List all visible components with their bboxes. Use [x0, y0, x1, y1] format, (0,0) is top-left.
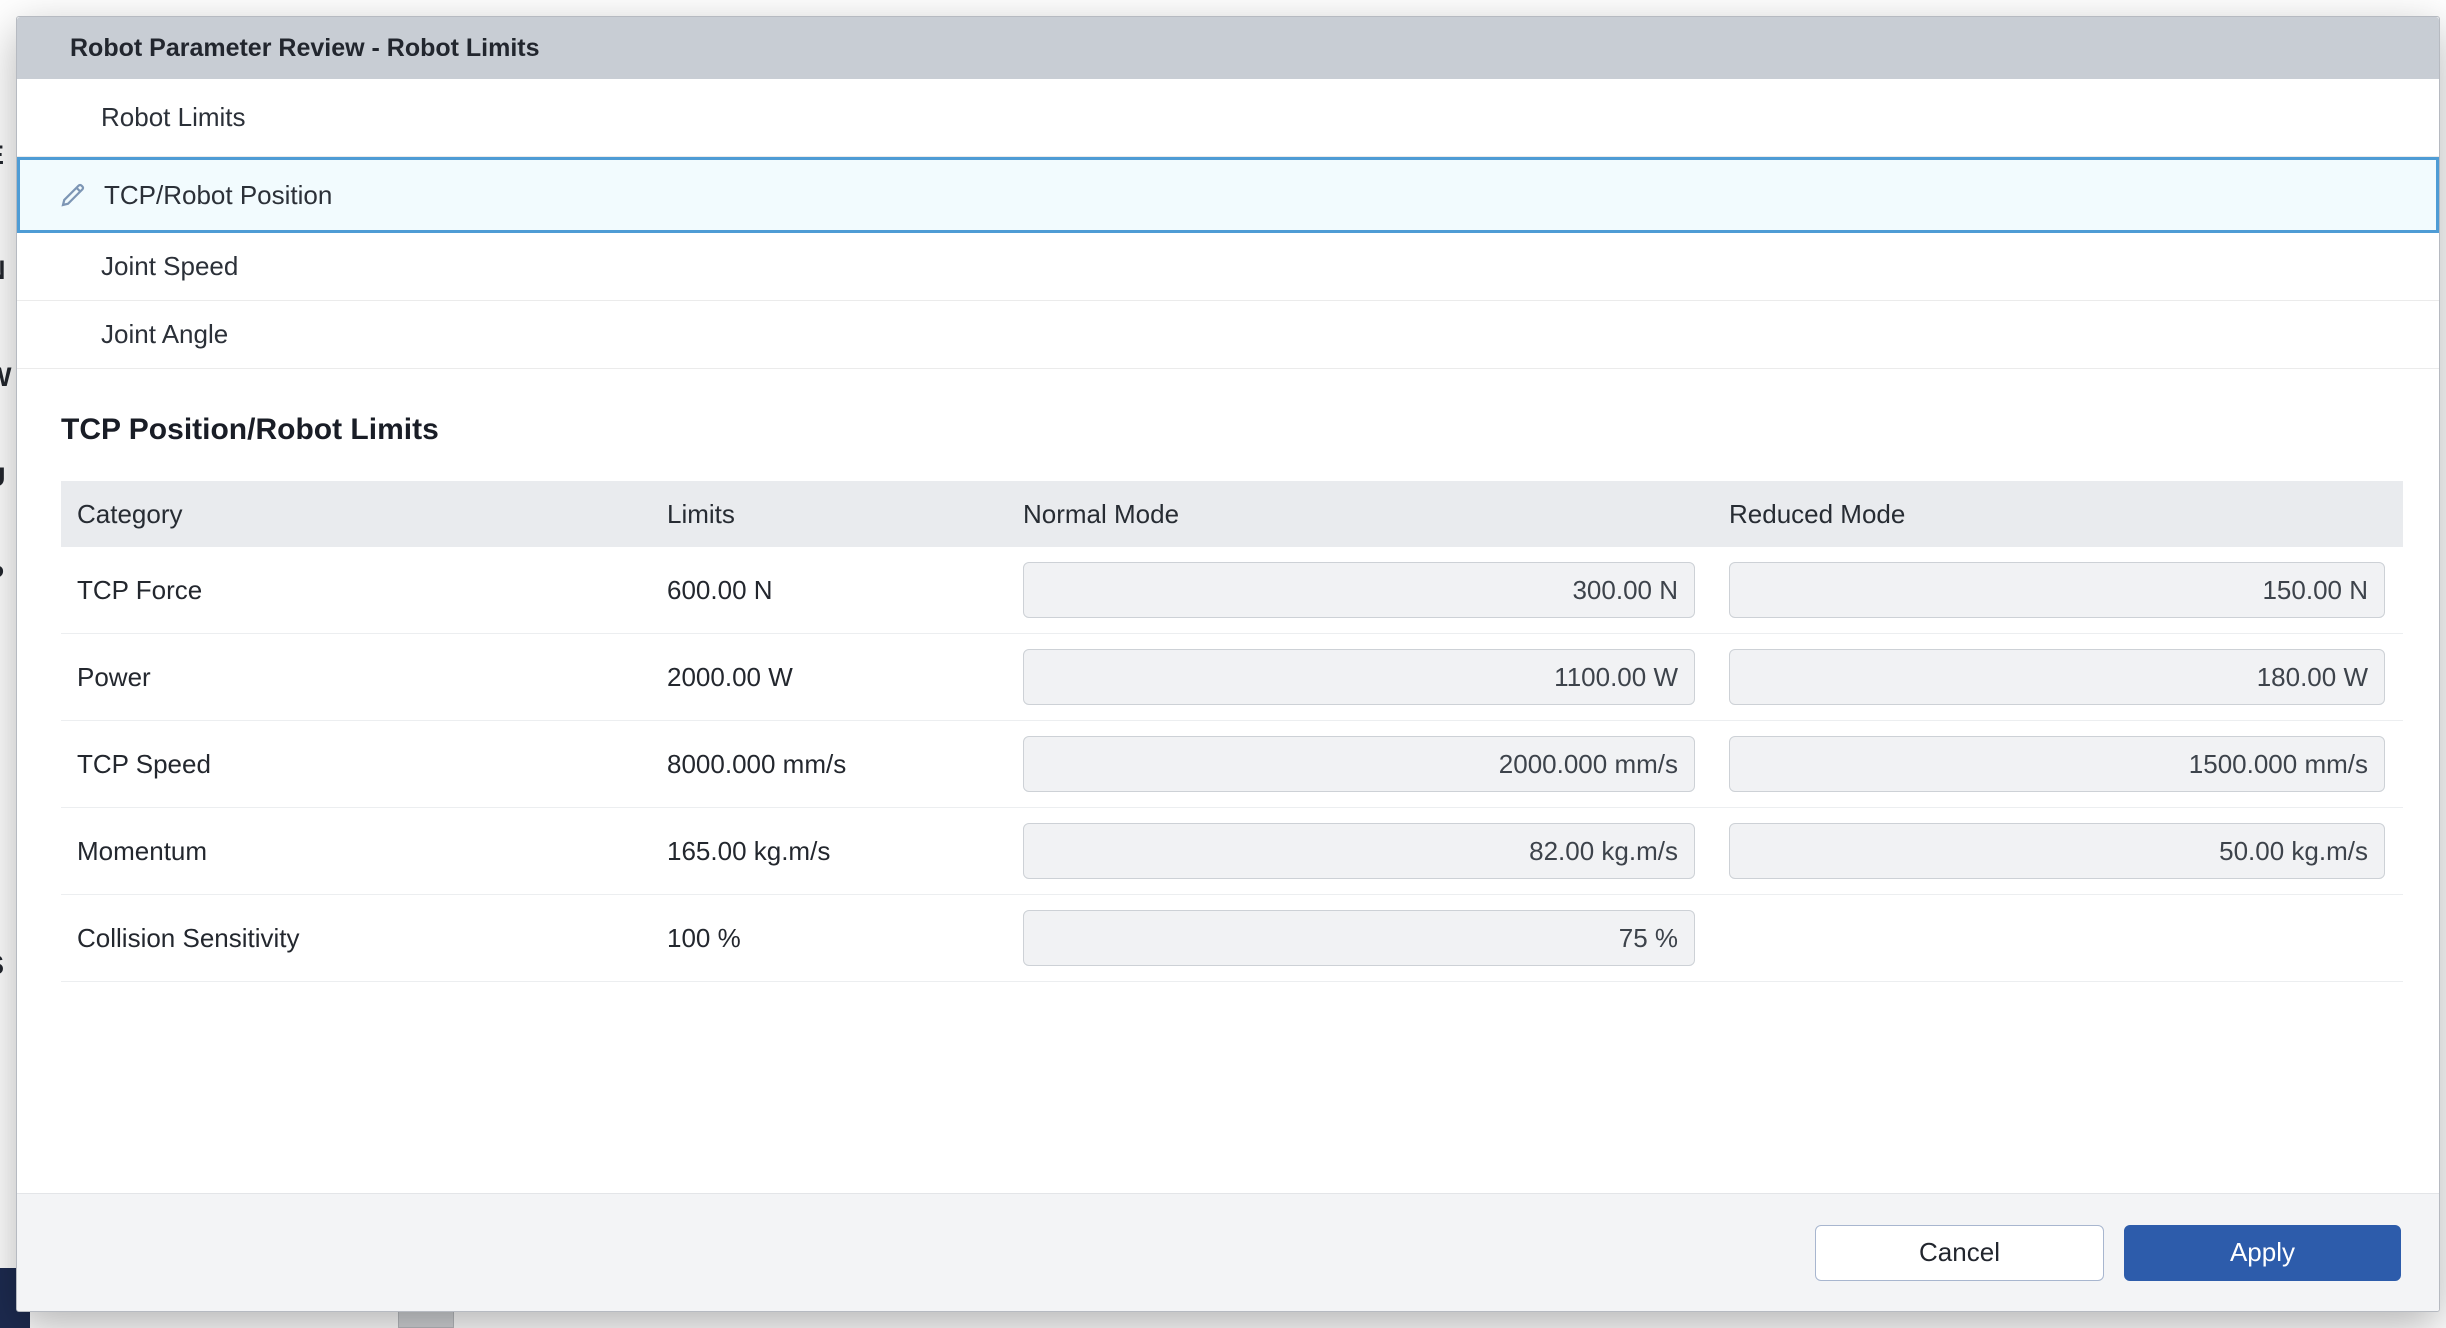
table-row-tcp-speed: TCP Speed 8000.000 mm/s — [61, 721, 2403, 808]
reduced-mode-input[interactable] — [1729, 736, 2385, 792]
normal-mode-input[interactable] — [1023, 649, 1695, 705]
row-category: TCP Speed — [61, 749, 651, 780]
dialog-title-bar: Robot Parameter Review - Robot Limits — [17, 17, 2439, 79]
row-category: TCP Force — [61, 575, 651, 606]
background-text-fragment: S — [0, 950, 14, 984]
reduced-mode-input[interactable] — [1729, 649, 2385, 705]
background-text-fragment: W — [0, 362, 14, 396]
robot-parameter-dialog: Robot Parameter Review - Robot Limits Ro… — [16, 16, 2440, 1312]
row-limit: 2000.00 W — [651, 662, 1007, 693]
reduced-mode-input[interactable] — [1729, 823, 2385, 879]
nav-item-joint-angle[interactable]: Joint Angle — [17, 301, 2439, 369]
normal-mode-input[interactable] — [1023, 910, 1695, 966]
row-category: Momentum — [61, 836, 651, 867]
table-header-row: Category Limits Normal Mode Reduced Mode — [61, 481, 2403, 547]
background-text-fragment: N — [0, 255, 14, 289]
apply-button[interactable]: Apply — [2124, 1225, 2401, 1281]
normal-mode-input[interactable] — [1023, 562, 1695, 618]
row-limit: 600.00 N — [651, 575, 1007, 606]
nav-item-label: Joint Angle — [101, 319, 228, 350]
dialog-title: Robot Parameter Review - Robot Limits — [70, 34, 540, 63]
dialog-footer: Cancel Apply — [17, 1193, 2439, 1311]
nav-item-label: TCP/Robot Position — [104, 180, 332, 211]
table-row-tcp-force: TCP Force 600.00 N — [61, 547, 2403, 634]
column-header-limits: Limits — [651, 499, 1007, 530]
row-limit: 165.00 kg.m/s — [651, 836, 1007, 867]
nav-item-label: Robot Limits — [101, 102, 246, 133]
row-category: Power — [61, 662, 651, 693]
column-header-category: Category — [61, 499, 651, 530]
normal-mode-input[interactable] — [1023, 823, 1695, 879]
normal-mode-input[interactable] — [1023, 736, 1695, 792]
row-limit: 100 % — [651, 923, 1007, 954]
section-title: TCP Position/Robot Limits — [61, 413, 2439, 447]
table-row-collision-sensitivity: Collision Sensitivity 100 % — [61, 895, 2403, 982]
nav-item-joint-speed[interactable]: Joint Speed — [17, 233, 2439, 301]
limits-table: Category Limits Normal Mode Reduced Mode… — [61, 481, 2403, 982]
nav-list: Robot Limits TCP/Robot Position Joint Sp… — [17, 79, 2439, 369]
background-text-fragment: U — [0, 462, 14, 496]
row-category: Collision Sensitivity — [61, 923, 651, 954]
table-row-power: Power 2000.00 W — [61, 634, 2403, 721]
pencil-edit-icon — [56, 178, 90, 212]
nav-item-robot-limits[interactable]: Robot Limits — [17, 79, 2439, 157]
column-header-reduced-mode: Reduced Mode — [1713, 499, 2403, 530]
table-row-momentum: Momentum 165.00 kg.m/s — [61, 808, 2403, 895]
background-text-fragment: P — [0, 560, 14, 594]
column-header-normal-mode: Normal Mode — [1007, 499, 1713, 530]
cancel-button[interactable]: Cancel — [1815, 1225, 2104, 1281]
reduced-mode-input[interactable] — [1729, 562, 2385, 618]
background-text-fragment: E — [0, 140, 14, 174]
nav-item-tcp-robot-position[interactable]: TCP/Robot Position — [17, 157, 2439, 233]
nav-item-label: Joint Speed — [101, 251, 238, 282]
row-limit: 8000.000 mm/s — [651, 749, 1007, 780]
